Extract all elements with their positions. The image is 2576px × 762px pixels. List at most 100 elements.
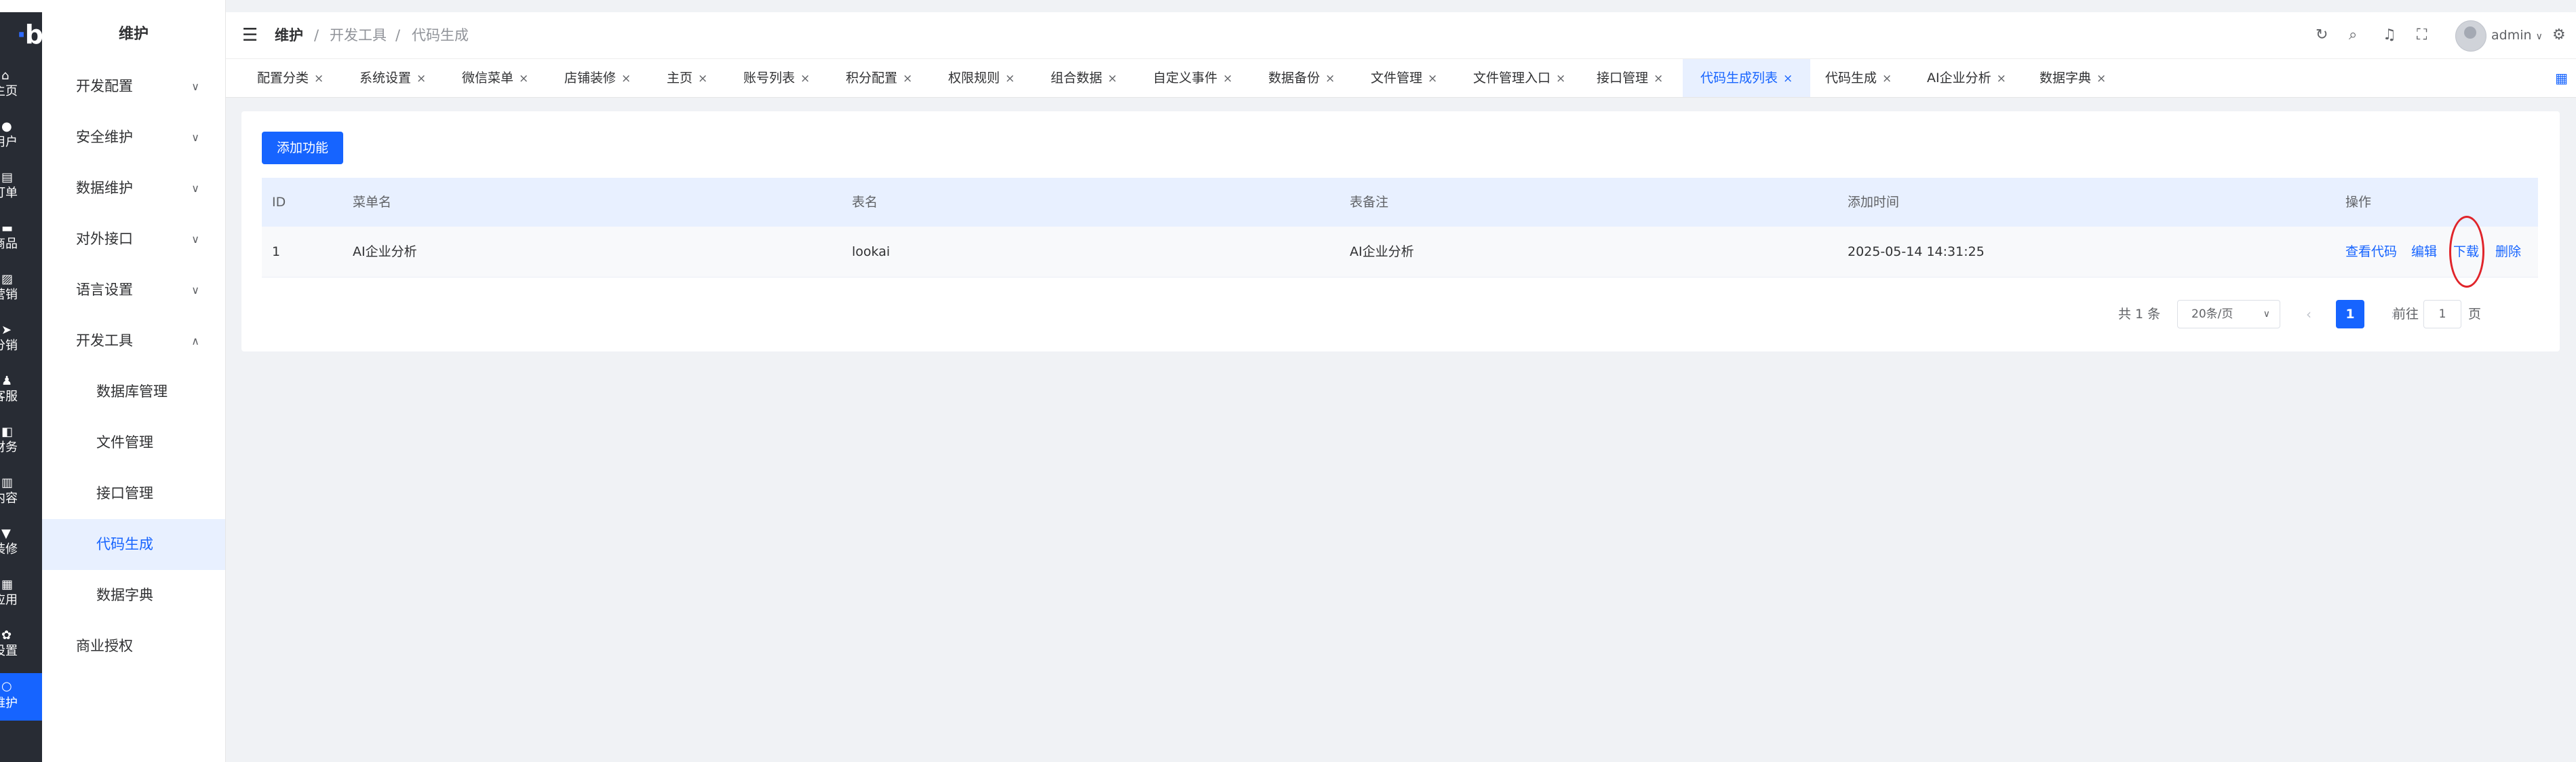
refresh-icon[interactable]: ↻ xyxy=(2316,26,2328,45)
fullscreen-icon[interactable]: ⛶ xyxy=(2417,26,2427,45)
rail-item-product[interactable]: ▬ 商品 xyxy=(0,218,42,259)
rail-item-decoration[interactable]: ▼ 装修 xyxy=(0,523,42,564)
avatar[interactable] xyxy=(2455,20,2486,52)
tab-item[interactable]: 代码生成 × xyxy=(1825,59,1892,97)
delete-link[interactable]: 删除 xyxy=(2495,227,2521,277)
close-icon[interactable]: × xyxy=(519,72,528,85)
tab-item[interactable]: 数据备份 × xyxy=(1268,59,1335,97)
apps-icon: ▦ xyxy=(1,577,14,592)
tab-item[interactable]: 微信菜单 × xyxy=(462,59,528,97)
tabs-bar: 配置分类 × 系统设置 × 微信菜单 × 店铺装修 × 主页 × 账号列表 × 积分配置 × … xyxy=(226,59,2576,98)
decoration-icon: ▼ xyxy=(1,527,11,541)
rail-item-distribution[interactable]: ➤ 分销 xyxy=(0,320,42,360)
rail-item-finance[interactable]: ◧ 财务 xyxy=(0,421,42,462)
rail-item-order[interactable]: ▤ 订单 xyxy=(0,167,42,208)
page-size-select[interactable]: 20条/页 ∨ xyxy=(2177,300,2280,328)
close-icon[interactable]: × xyxy=(621,72,631,85)
column-header-ops: 操作 xyxy=(2345,195,2372,210)
close-icon[interactable]: × xyxy=(1428,72,1437,85)
close-icon[interactable]: × xyxy=(800,72,810,85)
bell-icon[interactable]: ♫ xyxy=(2383,26,2396,45)
search-icon[interactable]: ⌕ xyxy=(2349,26,2357,45)
close-icon[interactable]: × xyxy=(1882,72,1892,85)
sidebar: 维护 开发配置 ∨ 安全维护 ∨ 数据维护 ∨ 对外接口 ∨ 语言设置 ∨ 开发… xyxy=(42,0,226,762)
rail-item-apps[interactable]: ▦ 应用 xyxy=(0,574,42,615)
tab-item[interactable]: 店铺装修 × xyxy=(564,59,631,97)
marketing-icon: ▨ xyxy=(1,272,14,286)
close-icon[interactable]: × xyxy=(698,72,707,85)
rail-item-user[interactable]: ● 用户 xyxy=(0,116,42,157)
order-icon: ▤ xyxy=(1,170,14,185)
prev-page-icon[interactable]: ‹ xyxy=(2306,300,2311,328)
close-icon[interactable]: × xyxy=(1325,72,1335,85)
sidebar-item-dictionary[interactable]: 数据字典 xyxy=(42,570,225,621)
tab-item-active[interactable]: 代码生成列表 × xyxy=(1683,59,1811,97)
grid-menu-icon[interactable]: ▦ xyxy=(2555,70,2568,86)
close-icon[interactable]: × xyxy=(1556,72,1565,85)
cell-time: 2025-05-14 14:31:25 xyxy=(1848,244,1985,259)
rail-item-home[interactable]: ⌂ 主页 xyxy=(0,65,42,106)
close-icon[interactable]: × xyxy=(416,72,426,85)
top-header: ☰ 维护 / 开发工具 / 代码生成 ↻ ⌕ ♫ ⛶ admin ∨ ⚙ xyxy=(226,12,2576,59)
tab-item[interactable]: 数据字典 × xyxy=(2040,59,2106,97)
menu-toggle-icon[interactable]: ☰ xyxy=(242,26,258,45)
goto-page-input[interactable]: 1 xyxy=(2423,300,2461,328)
rail-item-maintenance[interactable]: ○ 维护 xyxy=(0,673,42,721)
close-icon[interactable]: × xyxy=(1223,72,1232,85)
sidebar-item-dev-tools[interactable]: 开发工具 ∧ xyxy=(42,316,225,366)
page-number-current[interactable]: 1 xyxy=(2336,300,2364,328)
sidebar-title: 维护 xyxy=(118,26,149,43)
goto-label: 前往 xyxy=(2393,307,2419,322)
tab-item[interactable]: 接口管理 × xyxy=(1597,59,1663,97)
tab-item[interactable]: 账号列表 × xyxy=(743,59,810,97)
tab-item[interactable]: 文件管理 × xyxy=(1371,59,1437,97)
edit-link[interactable]: 编辑 xyxy=(2411,227,2437,277)
rail-item-content[interactable]: ▥ 内容 xyxy=(0,472,42,513)
tab-item[interactable]: AI企业分析 × xyxy=(1927,59,2006,97)
close-icon[interactable]: × xyxy=(1654,72,1663,85)
sidebar-item-security[interactable]: 安全维护 ∨ xyxy=(42,112,225,163)
view-code-link[interactable]: 查看代码 xyxy=(2345,227,2397,277)
breadcrumb-dev-tools[interactable]: 开发工具 xyxy=(330,12,387,58)
sidebar-item-external-api[interactable]: 对外接口 ∨ xyxy=(42,214,225,265)
sidebar-item-code-gen[interactable]: 代码生成 xyxy=(42,519,225,570)
sidebar-item-file-manage[interactable]: 文件管理 xyxy=(42,417,225,468)
rail-item-marketing[interactable]: ▨ 营销 xyxy=(0,269,42,309)
close-icon[interactable]: × xyxy=(1997,72,2006,85)
close-icon[interactable]: × xyxy=(2096,72,2106,85)
sidebar-item-database[interactable]: 数据库管理 xyxy=(42,366,225,417)
column-header-table: 表名 xyxy=(852,195,878,210)
close-icon[interactable]: × xyxy=(1108,72,1117,85)
tab-item[interactable]: 自定义事件 × xyxy=(1153,59,1232,97)
tab-item[interactable]: 组合数据 × xyxy=(1051,59,1117,97)
sidebar-item-dev-config[interactable]: 开发配置 ∨ xyxy=(42,61,225,112)
rail-item-service[interactable]: ♟ 客服 xyxy=(0,370,42,411)
close-icon[interactable]: × xyxy=(314,72,324,85)
tab-item[interactable]: 积分配置 × xyxy=(846,59,912,97)
chevron-down-icon: ∨ xyxy=(191,80,199,93)
cell-table: lookai xyxy=(852,244,891,259)
tab-item[interactable]: 系统设置 × xyxy=(359,59,426,97)
user-name[interactable]: admin ∨ xyxy=(2491,12,2543,58)
tab-item[interactable]: 文件管理入口 × xyxy=(1473,59,1565,97)
tab-item[interactable]: 权限规则 × xyxy=(948,59,1015,97)
close-icon[interactable]: × xyxy=(1783,72,1793,85)
rail-item-settings[interactable]: ✿ 设置 xyxy=(0,625,42,666)
gear-icon[interactable]: ⚙ xyxy=(2552,26,2566,45)
tab-item[interactable]: 配置分类 × xyxy=(257,59,324,97)
add-function-button[interactable]: 添加功能 xyxy=(262,132,343,164)
table-header: ID 菜单名 表名 表备注 添加时间 操作 xyxy=(262,178,2538,227)
close-icon[interactable]: × xyxy=(903,72,912,85)
breadcrumb-root[interactable]: 维护 xyxy=(275,12,303,58)
sidebar-item-language[interactable]: 语言设置 ∨ xyxy=(42,265,225,316)
sidebar-item-data-maintenance[interactable]: 数据维护 ∨ xyxy=(42,163,225,214)
sidebar-item-license[interactable]: 商业授权 xyxy=(42,621,225,672)
tab-item[interactable]: 主页 × xyxy=(667,59,707,97)
chevron-down-icon: ∨ xyxy=(191,131,199,144)
page-suffix: 页 xyxy=(2468,307,2482,322)
rail-top-strip xyxy=(0,0,42,12)
sidebar-item-api-manage[interactable]: 接口管理 xyxy=(42,468,225,519)
chevron-down-icon: ∨ xyxy=(191,182,199,195)
close-icon[interactable]: × xyxy=(1005,72,1015,85)
chevron-up-icon: ∧ xyxy=(191,335,199,347)
